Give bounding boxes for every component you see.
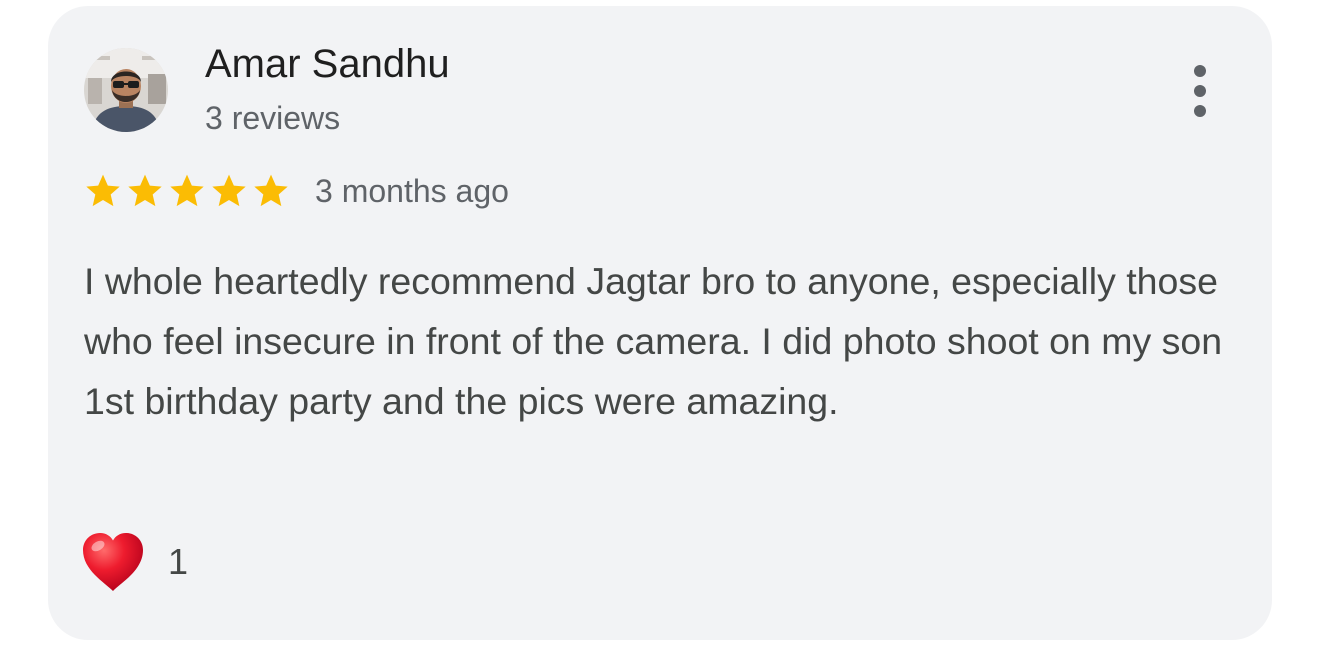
star-icon — [251, 171, 291, 211]
star-icon — [167, 171, 207, 211]
review-text: I whole heartedly recommend Jagtar bro t… — [84, 260, 1223, 422]
review-card: Amar Sandhu 3 reviews 3 months ago I who… — [48, 6, 1272, 640]
more-options-button[interactable] — [1176, 58, 1224, 124]
star-icon — [209, 171, 249, 211]
star-rating — [83, 171, 291, 211]
reaction-button[interactable]: 1 — [80, 526, 188, 598]
review-date: 3 months ago — [315, 172, 509, 209]
reviewer-avatar[interactable] — [84, 48, 168, 132]
more-vert-icon — [1194, 65, 1206, 117]
heart-icon — [80, 531, 146, 593]
rating-row: 3 months ago — [83, 168, 509, 214]
star-icon — [125, 171, 165, 211]
reviewer-review-count: 3 reviews — [205, 100, 341, 136]
reaction-count: 1 — [168, 541, 189, 582]
star-icon — [83, 171, 123, 211]
reviewer-name[interactable]: Amar Sandhu — [205, 42, 450, 87]
avatar-image — [84, 48, 168, 132]
